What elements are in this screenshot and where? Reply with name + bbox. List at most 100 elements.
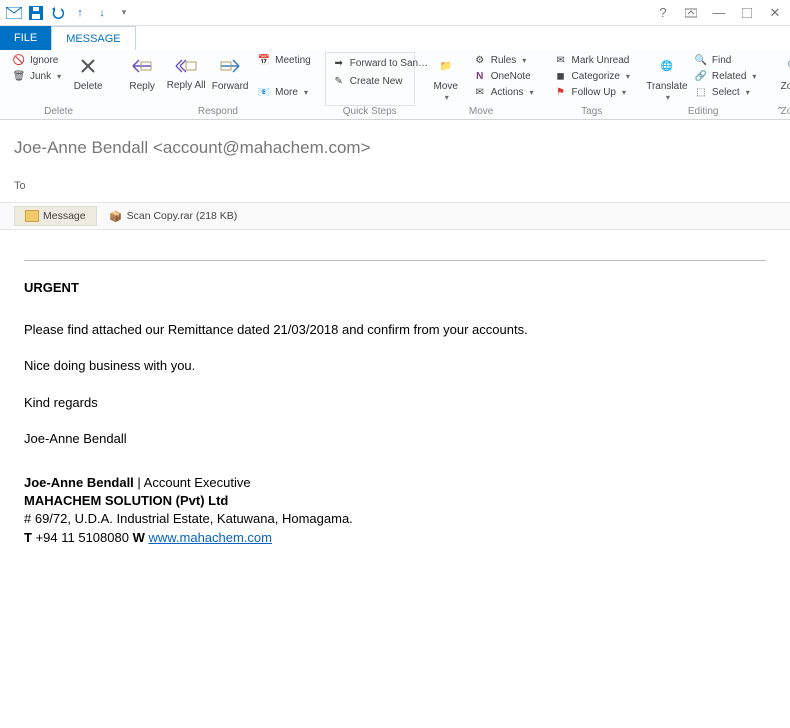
- group-label: Move: [469, 106, 493, 117]
- reply-all-button[interactable]: Reply All: [165, 52, 207, 93]
- body-line: Kind regards: [24, 394, 766, 412]
- sig-tel: +94 11 5108080: [36, 530, 129, 545]
- mark-unread-icon: ✉: [554, 53, 568, 67]
- sig-name: Joe-Anne Bendall: [24, 475, 134, 490]
- ribbon-options-icon[interactable]: [680, 2, 702, 24]
- onenote-icon: N: [473, 69, 487, 83]
- envelope-icon: [25, 210, 39, 222]
- sig-address: # 69/72, U.D.A. Industrial Estate, Katuw…: [24, 510, 766, 528]
- message-body: URGENT Please find attached our Remittan…: [0, 230, 790, 563]
- chevron-down-icon: ▾: [57, 72, 61, 81]
- meeting-icon: 📅: [257, 53, 271, 67]
- meeting-button[interactable]: 📅Meeting: [253, 52, 315, 68]
- chevron-down-icon: ▾: [445, 93, 449, 102]
- select-button[interactable]: ⬚Select▾: [690, 84, 760, 100]
- group-label: Respond: [198, 106, 238, 117]
- more-icon: 📧: [257, 85, 271, 99]
- archive-icon: 📦: [109, 209, 123, 223]
- chevron-down-icon: ▾: [304, 88, 308, 97]
- ribbon-expand-icon[interactable]: ⌃: [776, 106, 784, 117]
- move-button[interactable]: 📁Move▾: [425, 52, 467, 104]
- translate-icon: 🌐: [655, 54, 679, 78]
- sig-web-link[interactable]: www.mahachem.com: [148, 530, 272, 545]
- sig-title: | Account Executive: [134, 475, 251, 490]
- tab-message[interactable]: MESSAGE: [51, 26, 135, 50]
- undo-icon[interactable]: [48, 3, 68, 23]
- forward-icon: [218, 54, 242, 78]
- ribbon: 🚫Ignore 🗑Junk▾ Delete Delete Reply Reply…: [0, 50, 790, 120]
- related-icon: 🔗: [694, 69, 708, 83]
- group-label: Delete: [44, 106, 73, 117]
- zoom-icon: 🔍: [781, 54, 790, 78]
- rules-button[interactable]: ⚙Rules▾: [469, 52, 538, 68]
- attachment-item[interactable]: 📦 Scan Copy.rar (218 KB): [101, 206, 246, 226]
- reply-icon: [130, 54, 154, 78]
- find-button[interactable]: 🔍Find: [690, 52, 760, 68]
- move-icon: 📁: [434, 54, 458, 78]
- group-editing: 🌐Translate▾ 🔍Find 🔗Related▾ ⬚Select▾ Edi…: [642, 52, 764, 119]
- sig-company: MAHACHEM SOLUTION (Pvt) Ltd: [24, 493, 228, 508]
- delete-icon: [76, 54, 100, 78]
- qat-customize-icon[interactable]: ▾: [114, 3, 134, 23]
- quickstep-forward[interactable]: ➡Forward to San…: [328, 55, 432, 71]
- group-delete: 🚫Ignore 🗑Junk▾ Delete Delete: [4, 52, 113, 119]
- body-line: Nice doing business with you.: [24, 357, 766, 375]
- group-label: Editing: [688, 106, 719, 117]
- signature: Joe-Anne Bendall | Account Executive MAH…: [24, 474, 766, 547]
- more-button[interactable]: 📧More▾: [253, 84, 315, 100]
- translate-button[interactable]: 🌐Translate▾: [646, 52, 688, 104]
- attachment-bar: Message 📦 Scan Copy.rar (218 KB): [0, 202, 790, 230]
- mail-icon[interactable]: [4, 3, 24, 23]
- categorize-icon: ◼: [554, 69, 568, 83]
- flag-icon: ⚑: [554, 85, 568, 99]
- title-bar: ↑ ↓ ▾ ? — ✕: [0, 0, 790, 26]
- mark-unread-button[interactable]: ✉Mark Unread: [550, 52, 634, 68]
- forward-icon: ➡: [332, 56, 346, 70]
- actions-icon: ✉: [473, 85, 487, 99]
- divider: [24, 260, 766, 261]
- help-icon[interactable]: ?: [652, 2, 674, 24]
- ignore-button[interactable]: 🚫Ignore: [8, 52, 65, 68]
- delete-button[interactable]: Delete: [67, 52, 109, 94]
- create-icon: ✎: [332, 74, 346, 88]
- group-label: Quick Steps: [343, 106, 397, 117]
- reply-button[interactable]: Reply: [121, 52, 163, 94]
- actions-button[interactable]: ✉Actions▾: [469, 84, 538, 100]
- sig-web-label: W: [129, 530, 149, 545]
- categorize-button[interactable]: ◼Categorize▾: [550, 68, 634, 84]
- forward-button[interactable]: Forward: [209, 52, 251, 94]
- sig-tel-label: T: [24, 530, 36, 545]
- quickstep-create-new[interactable]: ✎Create New: [328, 73, 407, 89]
- group-tags: ✉Mark Unread ◼Categorize▾ ⚑Follow Up▾ Ta…: [546, 52, 638, 119]
- attachment-name: Scan Copy.rar (218 KB): [127, 210, 238, 222]
- ignore-icon: 🚫: [12, 53, 26, 67]
- zoom-button[interactable]: 🔍Zoom: [772, 52, 790, 94]
- tab-file[interactable]: FILE: [0, 26, 51, 50]
- group-quicksteps: ➡Forward to San… ✎Create New Quick Steps: [323, 52, 417, 119]
- message-header: Joe-Anne Bendall <account@mahachem.com> …: [0, 120, 790, 202]
- urgent-heading: URGENT: [24, 280, 79, 295]
- related-button[interactable]: 🔗Related▾: [690, 68, 760, 84]
- window-controls: ? — ✕: [652, 2, 786, 24]
- rules-icon: ⚙: [473, 53, 487, 67]
- body-line: Please find attached our Remittance date…: [24, 321, 766, 339]
- from-line: Joe-Anne Bendall <account@mahachem.com>: [14, 138, 776, 158]
- junk-button[interactable]: 🗑Junk▾: [8, 68, 65, 84]
- previous-icon[interactable]: ↑: [70, 3, 90, 23]
- follow-up-button[interactable]: ⚑Follow Up▾: [550, 84, 634, 100]
- body-line: Joe-Anne Bendall: [24, 430, 766, 448]
- save-icon[interactable]: [26, 3, 46, 23]
- group-label: Tags: [581, 106, 602, 117]
- reply-all-icon: [174, 54, 198, 78]
- ribbon-tabs: FILE MESSAGE: [0, 26, 790, 50]
- maximize-icon[interactable]: [736, 2, 758, 24]
- to-label: To: [14, 180, 44, 192]
- find-icon: 🔍: [694, 53, 708, 67]
- junk-icon: 🗑: [12, 69, 26, 83]
- message-tab-button[interactable]: Message: [14, 206, 97, 226]
- select-icon: ⬚: [694, 85, 708, 99]
- close-icon[interactable]: ✕: [764, 2, 786, 24]
- minimize-icon[interactable]: —: [708, 2, 730, 24]
- next-icon[interactable]: ↓: [92, 3, 112, 23]
- onenote-button[interactable]: NOneNote: [469, 68, 538, 84]
